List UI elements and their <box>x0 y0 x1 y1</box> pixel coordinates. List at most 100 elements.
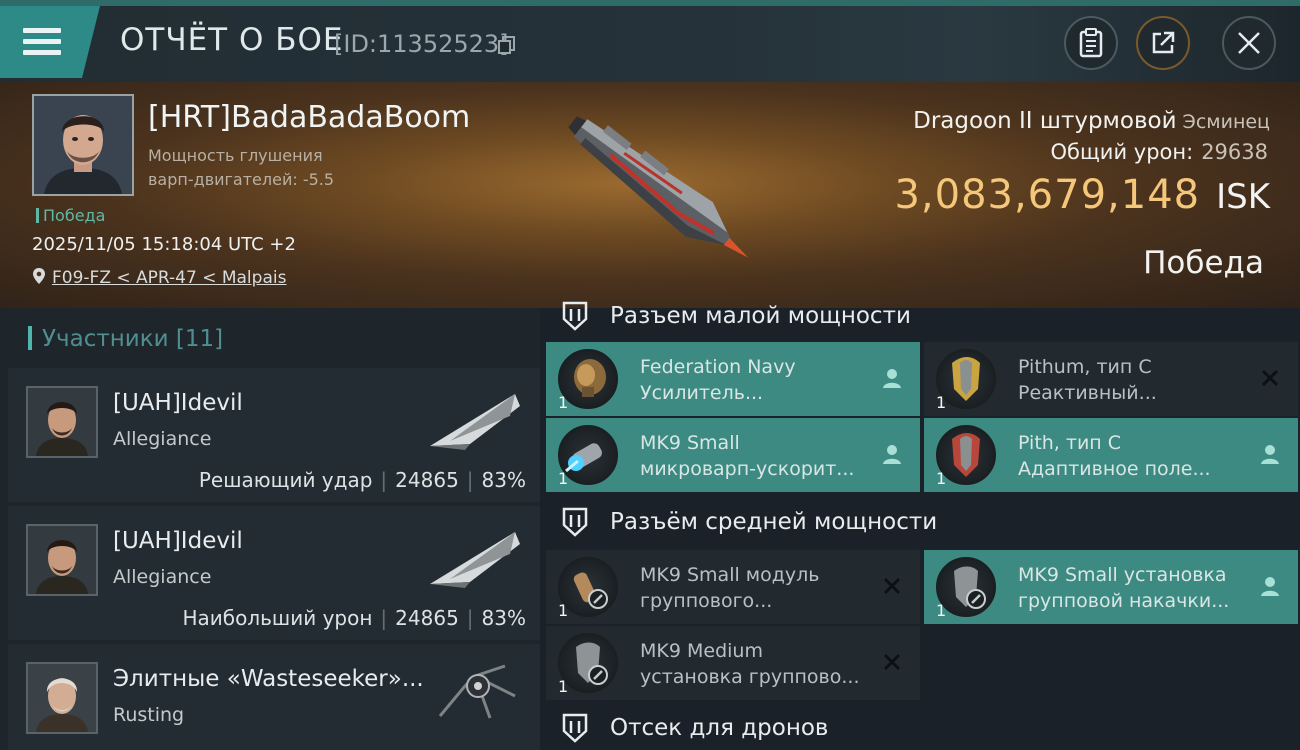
copy-icon[interactable] <box>498 36 516 54</box>
close-icon <box>1238 32 1260 54</box>
participant-card[interactable]: [UAH]Idevil Allegiance Решающий удар | 248… <box>8 368 540 502</box>
damage-label: Общий урон: <box>1050 140 1194 164</box>
module-quantity: 1 <box>558 469 569 488</box>
isk-value-row: 3,083,679,148 ISK <box>894 172 1270 218</box>
module-name-line2: Реактивный... <box>1018 382 1157 404</box>
module-item[interactable]: 1 Pith, тип C Адаптивное поле... <box>924 418 1298 492</box>
participant-stats: Решающий удар | 24865 | 83% <box>198 468 526 492</box>
module-quantity: 1 <box>936 393 947 412</box>
participant-percent: 83% <box>481 606 526 630</box>
participant-stats: Наибольший урон | 24865 | 83% <box>182 606 526 630</box>
module-quantity: 1 <box>558 677 569 696</box>
module-name: MK9 Small модуль группового... <box>640 562 819 614</box>
participants-header[interactable]: Участники [11] <box>28 326 223 352</box>
participant-avatar <box>26 386 98 458</box>
ship-image <box>568 116 749 258</box>
participant-ship-icon <box>438 664 516 719</box>
module-name-line1: MK9 Medium <box>640 640 763 662</box>
share-button[interactable] <box>1136 16 1190 70</box>
close-icon[interactable] <box>1258 366 1282 390</box>
page-title: ОТЧЁТ О БОЕ <box>120 22 344 58</box>
module-name-line2: установка группово... <box>640 666 860 688</box>
module-name-line1: Pithum, тип C <box>1018 356 1152 378</box>
module-name-line2: Адаптивное поле... <box>1018 458 1211 480</box>
participant-name: Элитные «Wasteseeker»... <box>113 666 424 692</box>
person-icon[interactable] <box>880 366 904 390</box>
module-name-line1: Pith, тип C <box>1018 432 1122 454</box>
drone-bay-title: Отсек для дронов <box>610 715 829 741</box>
person-icon[interactable] <box>1258 442 1282 466</box>
low-slots-header: Разъем малой мощности <box>560 296 911 336</box>
participant-card[interactable]: Элитные «Wasteseeker»... Rusting <box>8 644 540 750</box>
mid-slots-header: Разъём средней мощности <box>560 502 937 542</box>
timestamp: 2025/11/05 15:18:04 UTC +2 <box>32 234 296 255</box>
result-tag: Победа <box>36 206 105 225</box>
participant-damage: 24865 <box>395 468 459 492</box>
module-name: Pithum, тип C Реактивный... <box>1018 354 1157 406</box>
participant-avatar <box>26 662 98 734</box>
module-item[interactable]: 1 MK9 Small микроварп-ускорит... <box>546 418 920 492</box>
module-item[interactable]: 1 MK9 Medium установка группово... <box>546 626 920 700</box>
module-name-line1: MK9 Small установка <box>1018 564 1227 586</box>
mid-slots-title: Разъём средней мощности <box>610 509 938 535</box>
damage-value: 29638 <box>1201 140 1268 164</box>
participant-role: Решающий удар <box>198 468 373 492</box>
participant-avatar <box>26 524 98 596</box>
close-icon[interactable] <box>880 574 904 598</box>
module-name-line2: микроварп-ускорит... <box>640 458 855 480</box>
location-pin-icon <box>33 268 45 284</box>
module-item[interactable]: 1 MK9 Small установка групповой накачки..… <box>924 550 1298 624</box>
participant-corp: Allegiance <box>113 428 212 450</box>
module-name: MK9 Medium установка группово... <box>640 638 860 690</box>
person-icon[interactable] <box>880 442 904 466</box>
isk-unit: ISK <box>1216 177 1270 217</box>
menu-icon <box>23 28 61 56</box>
module-name-line2: Усилитель... <box>640 382 764 404</box>
location-text[interactable]: F09-FZ < APR-47 < Malpais <box>52 268 286 288</box>
module-name: Pith, тип C Адаптивное поле... <box>1018 430 1211 482</box>
location-link[interactable]: F09-FZ < APR-47 < Malpais <box>32 267 286 288</box>
low-slot-icon <box>562 301 588 331</box>
module-name-line2: групповой накачки... <box>1018 590 1230 612</box>
module-name-line1: MK9 Small <box>640 432 740 454</box>
module-name-line1: MK9 Small модуль <box>640 564 820 586</box>
menu-button[interactable] <box>0 6 100 78</box>
module-quantity: 1 <box>558 601 569 620</box>
participant-ship-icon <box>430 394 520 450</box>
module-name-line1: Federation Navy <box>640 356 796 378</box>
ship-class: Эсминец <box>1182 111 1270 133</box>
clipboard-icon <box>1079 28 1103 58</box>
close-icon[interactable] <box>880 650 904 674</box>
participant-corp: Rusting <box>113 704 185 726</box>
close-button[interactable] <box>1222 16 1276 70</box>
victim-avatar[interactable] <box>32 94 134 196</box>
module-name: MK9 Small микроварп-ускорит... <box>640 430 854 482</box>
report-id: [ID:11352523] <box>334 30 509 58</box>
participant-damage: 24865 <box>395 606 459 630</box>
participant-card[interactable]: [UAH]Idevil Allegiance Наибольший урон | 2… <box>8 506 540 640</box>
module-name: Federation Navy Усилитель... <box>640 354 796 406</box>
top-bar: ОТЧЁТ О БОЕ [ID:11352523] <box>0 0 1300 82</box>
mid-slot-icon <box>562 507 588 537</box>
module-item[interactable]: 1 Federation Navy Усилитель... <box>546 342 920 416</box>
module-item[interactable]: 1 MK9 Small модуль группового... <box>546 550 920 624</box>
result-label: Победа <box>1143 245 1264 281</box>
share-icon <box>1152 31 1175 54</box>
module-name: MK9 Small установка групповой накачки... <box>1018 562 1229 614</box>
victim-stat: Мощность глушения варп-двигателей: -5.5 <box>148 144 334 192</box>
module-item[interactable]: 1 Pithum, тип C Реактивный... <box>924 342 1298 416</box>
person-icon[interactable] <box>1258 574 1282 598</box>
module-quantity: 1 <box>936 469 947 488</box>
total-damage: Общий урон: 29638 <box>1051 140 1268 164</box>
module-name-line2: группового... <box>640 590 773 612</box>
clipboard-button[interactable] <box>1064 16 1118 70</box>
ship-name[interactable]: Dragoon II штурмовой <box>913 108 1176 134</box>
participant-percent: 83% <box>481 468 526 492</box>
drone-bay-header: Отсек для дронов <box>560 708 829 748</box>
participant-role: Наибольший урон <box>182 606 373 630</box>
isk-value: 3,083,679,148 <box>894 172 1201 218</box>
victim-stat-line1: Мощность глушения <box>148 146 323 165</box>
participant-name: [UAH]Idevil <box>113 528 243 554</box>
participant-ship-icon <box>430 532 520 588</box>
victim-name[interactable]: [HRT]BadaBadaBoom <box>148 100 470 135</box>
